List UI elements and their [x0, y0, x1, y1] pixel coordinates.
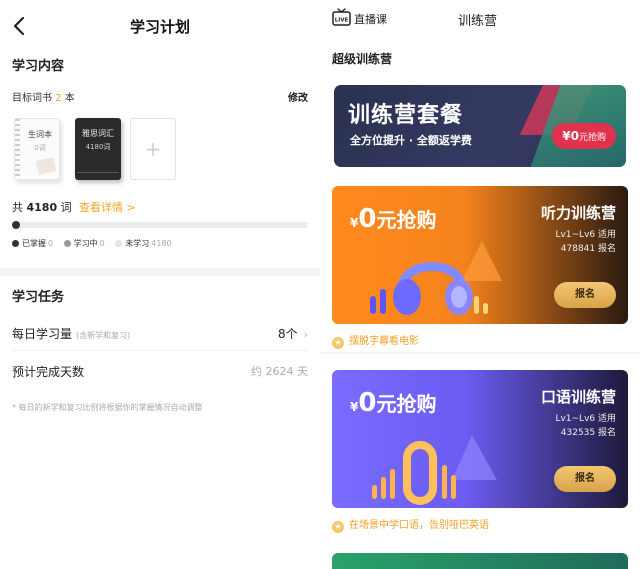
camp-tagline: ★ 摆脱字幕看电影	[332, 332, 419, 349]
book-vocab-notebook[interactable]: 生词本 0词	[14, 118, 60, 180]
legend-count: 0	[99, 239, 105, 248]
task-section-heading: 学习任务	[12, 290, 65, 305]
legend-mastered: 已掌握 0	[12, 238, 53, 249]
listening-camp-card[interactable]: ¥0元抢购 听力训练营 Lv1~Lv6 适用 478841 报名 报名	[332, 186, 628, 324]
progress-knob	[12, 221, 20, 229]
banner-pill-text: 元抢购	[578, 133, 606, 143]
view-details-link[interactable]: 查看详情 >	[79, 199, 136, 215]
live-badge-text: LIVE	[335, 18, 349, 24]
headphones-illustration	[370, 241, 502, 315]
book-cover-decoration	[35, 157, 57, 175]
daily-amount-sub: (含新学和复习)	[76, 331, 131, 340]
camp-package-banner[interactable]: 训练营套餐 全方位提升 · 全额返学费 ¥0元抢购	[334, 85, 626, 167]
daily-amount-label: 每日学习量	[12, 327, 73, 341]
legend-label: 学习中	[73, 239, 98, 248]
target-books-label: 目标词书	[12, 93, 52, 104]
days-estimate-value: 约 2624 天	[251, 365, 308, 378]
signup-button[interactable]: 报名	[554, 282, 616, 308]
legend-unlearned: 未学习 4180	[115, 238, 172, 249]
camp-level: Lv1~Lv6 适用	[555, 414, 616, 424]
signup-button[interactable]: 报名	[554, 466, 616, 492]
camp-level: Lv1~Lv6 适用	[555, 230, 616, 240]
days-estimate-label: 预计完成天数	[12, 365, 85, 379]
book-ielts-vocab[interactable]: 雅思词汇 4180词	[75, 118, 121, 180]
tagline-text: 在场景中学口语，告别哑巴英语	[349, 520, 489, 531]
price-amount: 0	[358, 388, 377, 418]
banner-subline: 全方位提升 · 全额返学费	[350, 134, 472, 147]
daily-amount-value: 8个	[277, 327, 298, 341]
book-cover-line	[77, 172, 119, 173]
target-books-unit: 本	[64, 93, 75, 104]
edit-button[interactable]: 修改	[288, 89, 308, 104]
soundwave-illustration	[372, 435, 497, 505]
live-tv-icon[interactable]: LIVE	[332, 8, 351, 27]
star-icon: ★	[332, 337, 344, 349]
live-course-label[interactable]: 直播课	[354, 11, 387, 27]
book-count: 0词	[34, 144, 46, 152]
screen: 学习计划 学习内容 目标词书 2 本 修改 生词本 0词 雅思词汇 4180词 …	[0, 0, 640, 569]
banner-headline: 训练营套餐	[348, 103, 464, 128]
camp-name: 口语训练营	[540, 388, 616, 406]
study-plan-panel: 学习计划 学习内容 目标词书 2 本 修改 生词本 0词 雅思词汇 4180词 …	[0, 0, 320, 569]
camp-meta: Lv1~Lv6 适用 432535 报名	[555, 412, 616, 440]
banner-pill-price: ¥0	[562, 129, 579, 143]
book-spine	[15, 119, 20, 179]
daily-amount-row[interactable]: 每日学习量 (含新学和复习) 8个 ›	[12, 325, 308, 342]
legend-dot	[63, 240, 71, 247]
card-price: ¥0元抢购	[350, 204, 436, 234]
banner-buy-button[interactable]: ¥0元抢购	[552, 123, 616, 149]
book-count: 4180词	[85, 143, 111, 151]
page-title: 学习计划	[129, 18, 190, 36]
chevron-right-icon: ›	[303, 328, 308, 341]
section-divider	[0, 268, 320, 276]
legend-label: 已掌握	[22, 239, 46, 248]
card-price: ¥0元抢购	[350, 388, 436, 418]
daily-amount-value-wrap: 8个 ›	[278, 325, 308, 342]
camp-tagline: ★ 在场景中学口语，告别哑巴英语	[332, 516, 489, 533]
camp-signups: 432535 报名	[560, 428, 616, 438]
super-camp-heading: 超级训练营	[332, 52, 393, 66]
legend-count: 0	[48, 239, 54, 248]
legend-learning: 学习中 0	[63, 238, 105, 249]
legend-label: 未学习	[125, 239, 150, 248]
camp-meta: Lv1~Lv6 适用 478841 报名	[555, 228, 616, 256]
training-camp-panel: LIVE 直播课 训练营 超级训练营 训练营套餐 全方位提升 · 全额返学费 ¥…	[320, 0, 640, 569]
content-section-heading: 学习内容	[12, 59, 65, 74]
total-words: 共 4180 词	[12, 199, 72, 215]
days-estimate-row: 预计完成天数 约 2624 天	[12, 363, 308, 380]
book-title: 生词本	[28, 130, 52, 139]
camp-signups: 478841 报名	[560, 244, 616, 254]
speaking-camp-card[interactable]: ¥0元抢购 口语训练营 Lv1~Lv6 适用 432535 报名 报名	[332, 370, 628, 508]
add-book-button[interactable]: +	[130, 118, 176, 180]
book-title: 雅思词汇	[82, 129, 114, 138]
total-unit: 词	[60, 201, 72, 214]
footnote: * 每日的新学和复习比例将根据你的掌握情况自动调整	[12, 403, 203, 412]
price-text: 元抢购	[376, 208, 437, 232]
page-title: 训练营	[458, 14, 498, 29]
row-divider	[12, 350, 308, 351]
progress-legend: 已掌握 0 学习中 0 未学习 4180	[12, 238, 180, 249]
legend-count: 4180	[151, 239, 172, 248]
next-camp-card-peek[interactable]	[332, 553, 628, 569]
camp-name: 听力训练营	[540, 204, 616, 222]
star-icon: ★	[332, 521, 344, 533]
card-divider	[320, 352, 640, 354]
progress-bar	[12, 221, 308, 229]
total-words-value: 4180	[26, 201, 58, 214]
tagline-text: 摆脱字幕看电影	[349, 336, 419, 347]
target-books-row: 目标词书 2 本 修改	[12, 89, 308, 104]
total-prefix: 共	[12, 201, 23, 214]
target-books-count: 2	[55, 93, 62, 104]
legend-dot	[115, 240, 123, 247]
price-amount: 0	[358, 204, 377, 234]
price-text: 元抢购	[376, 392, 437, 416]
legend-dot	[12, 240, 19, 247]
